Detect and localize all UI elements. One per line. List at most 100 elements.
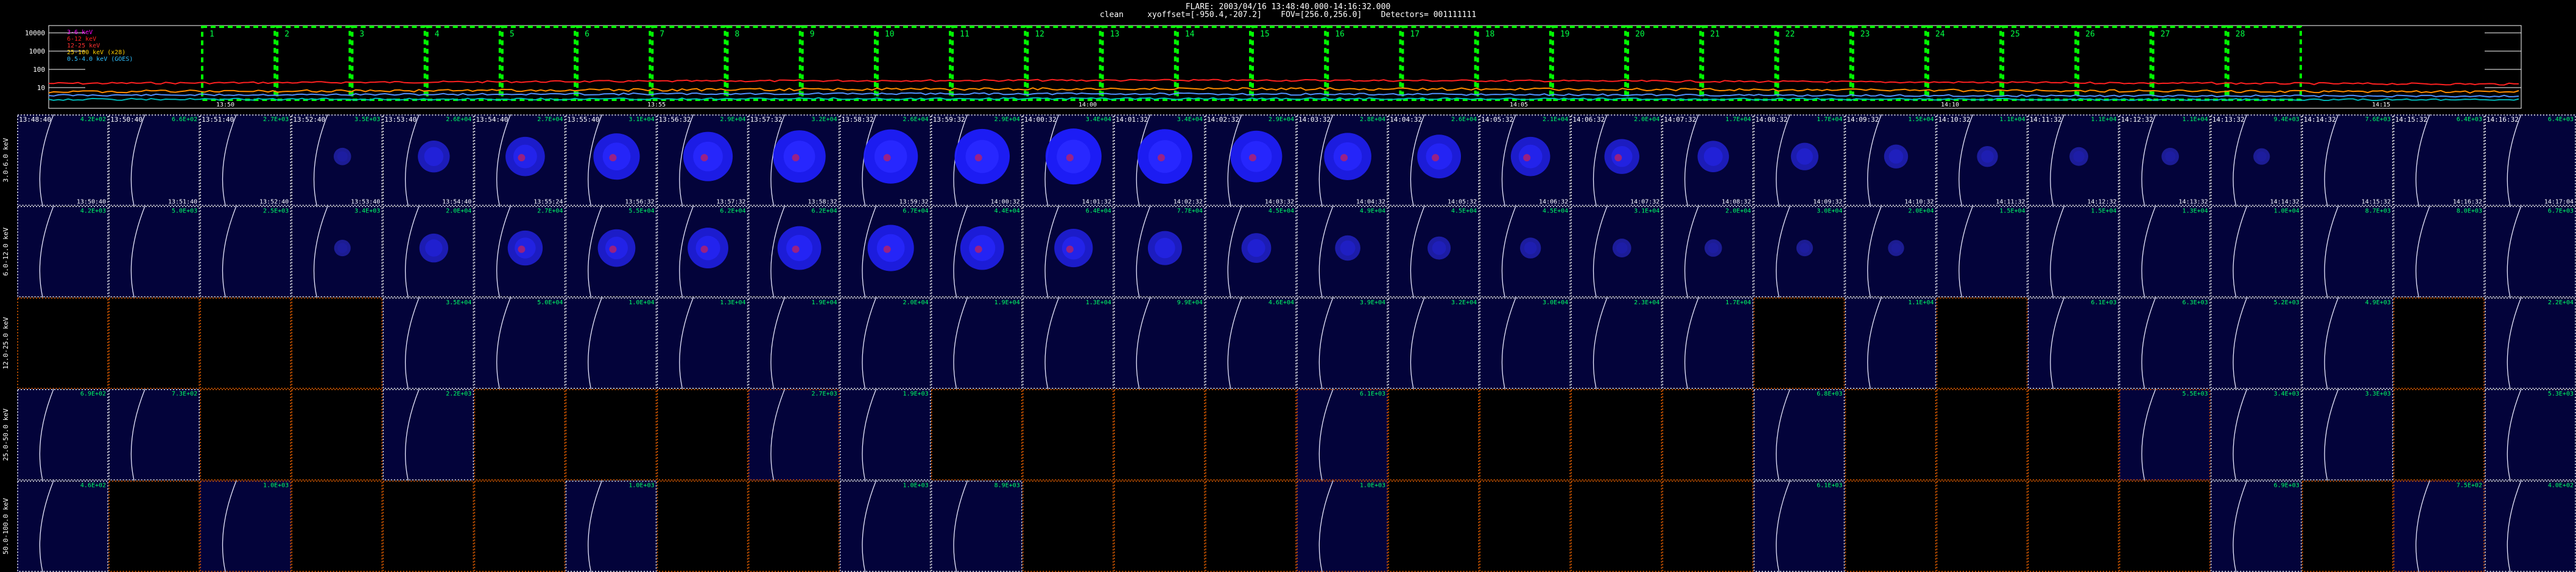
image-max-value: 4.6E+02	[80, 483, 106, 489]
image-tile-bg	[1662, 480, 1754, 572]
image-tile-bg	[1022, 389, 1114, 481]
flare-source-core	[1611, 145, 1633, 167]
flare-source-core	[1891, 243, 1901, 253]
image-max-value: 6.9E+02	[80, 391, 106, 397]
image-max-value: 4.2E+03	[80, 208, 106, 214]
image-tile-bg	[200, 114, 292, 206]
flare-source-core	[1426, 143, 1452, 170]
image-start-time: 13:53:40	[384, 116, 417, 124]
image-max-value: 6.8E+03	[1817, 391, 1842, 397]
image-tile-bg	[839, 297, 931, 389]
image-start-time: 14:02:32	[1207, 116, 1239, 124]
image-start-time: 14:11:32	[2030, 116, 2062, 124]
flare-source-core	[1981, 150, 1994, 163]
image-max-value: 5.0E+03	[172, 208, 197, 214]
image-max-value: 1.7E+04	[1725, 116, 1751, 123]
image-tile-bg	[1388, 297, 1480, 389]
image-max-value: 3.4E+03	[2274, 391, 2300, 397]
image-tile-bg	[1479, 297, 1571, 389]
row-energy-label: 12.0-25.0 keV	[2, 317, 10, 369]
image-max-value: 8.9E+03	[994, 483, 1020, 489]
image-tile-bg	[108, 389, 200, 481]
image-tile-bg	[474, 480, 566, 572]
image-max-value: 1.3E+04	[720, 299, 745, 306]
image-tile-bg	[2119, 480, 2211, 572]
flare-source-peak	[700, 245, 708, 253]
image-tile-bg	[656, 480, 748, 572]
flare-source-core	[1796, 148, 1813, 165]
image-tile-bg	[17, 114, 109, 206]
image-tile-bg	[748, 480, 840, 572]
flare-source-peak	[1066, 245, 1074, 253]
image-tile-bg	[1845, 389, 1937, 481]
image-tile-bg	[931, 480, 1022, 572]
image-tile-bg	[565, 297, 657, 389]
image-end-time: 14:16:32	[2453, 198, 2482, 205]
image-max-value: 8.0E+03	[2457, 208, 2482, 214]
image-start-time: 14:07:32	[1664, 116, 1696, 124]
image-max-value: 1.1E+04	[2183, 116, 2208, 123]
image-max-value: 1.1E+04	[1999, 116, 2025, 123]
image-max-value: 2.0E+04	[1908, 208, 1934, 214]
image-max-value: 6.1E+03	[1817, 483, 1842, 489]
flare-source-core	[1061, 236, 1085, 260]
flare-source-peak	[974, 245, 982, 253]
image-end-time: 14:04:32	[1356, 198, 1385, 205]
image-max-value: 6.4E+04	[1086, 208, 1111, 214]
image-max-value: 1.9E+04	[811, 299, 837, 306]
flare-source-core	[1888, 149, 1904, 164]
image-max-value: 1.5E+04	[2091, 208, 2116, 214]
flare-source-core	[1524, 242, 1537, 254]
image-max-value: 6.1E+03	[2091, 299, 2116, 306]
image-max-value: 5.0E+04	[537, 299, 563, 306]
image-tile-bg	[2301, 480, 2393, 572]
image-tile-bg	[108, 297, 200, 389]
image-tile-bg	[565, 389, 657, 481]
flare-source-core	[1703, 147, 1723, 166]
image-max-value: 1.5E+04	[1908, 116, 1934, 123]
flare-source-peak	[609, 245, 617, 253]
image-end-time: 14:12:32	[2087, 198, 2116, 205]
image-tile-bg	[1479, 389, 1571, 481]
flare-source-core	[786, 235, 813, 262]
image-max-value: 1.3E+04	[2183, 208, 2208, 214]
image-tile-bg	[931, 389, 1022, 481]
image-tile-bg	[656, 297, 748, 389]
image-max-value: 8.7E+03	[2365, 208, 2391, 214]
image-tile-bg	[1936, 206, 2028, 298]
image-max-value: 1.1E+04	[2091, 116, 2116, 123]
image-max-value: 3.9E+04	[1360, 299, 1385, 306]
image-end-time: 13:51:40	[168, 198, 197, 205]
image-tile-bg	[17, 389, 109, 481]
image-tile-bg	[200, 297, 292, 389]
image-max-value: 7.3E+02	[172, 391, 197, 397]
image-tile-bg	[1845, 480, 1937, 572]
image-max-value: 3.1E+04	[1634, 208, 1659, 214]
image-tile-bg	[2393, 114, 2485, 206]
image-start-time: 13:57:32	[750, 116, 783, 124]
image-tile-bg	[2210, 389, 2302, 481]
image-max-value: 2.6E+04	[446, 116, 471, 123]
image-max-value: 1.5E+04	[1999, 208, 2025, 214]
image-tile-bg	[1662, 297, 1754, 389]
image-max-value: 1.0E+03	[628, 483, 654, 489]
image-tile-bg	[2393, 206, 2485, 298]
flare-source-core	[425, 239, 443, 257]
image-tile-bg	[1297, 389, 1388, 481]
image-end-time: 13:54:40	[442, 198, 471, 205]
image-tile-bg	[2119, 389, 2211, 481]
image-start-time: 14:04:32	[1390, 116, 1422, 124]
image-tile-bg	[1113, 297, 1205, 389]
image-max-value: 5.5E+04	[628, 208, 654, 214]
image-max-value: 2.7E+03	[263, 116, 289, 123]
image-max-value: 2.1E+04	[1543, 116, 1568, 123]
image-max-value: 3.2E+04	[1451, 299, 1477, 306]
image-max-value: 1.9E+04	[994, 299, 1020, 306]
image-max-value: 2.9E+04	[1269, 116, 1294, 123]
image-max-value: 6.7E+03	[2548, 208, 2574, 214]
image-max-value: 1.1E+04	[1908, 299, 1934, 306]
image-tile-bg	[1022, 480, 1114, 572]
flare-source-peak	[883, 245, 891, 253]
image-max-value: 2.7E+04	[537, 208, 563, 214]
image-tile-bg	[2484, 389, 2576, 481]
